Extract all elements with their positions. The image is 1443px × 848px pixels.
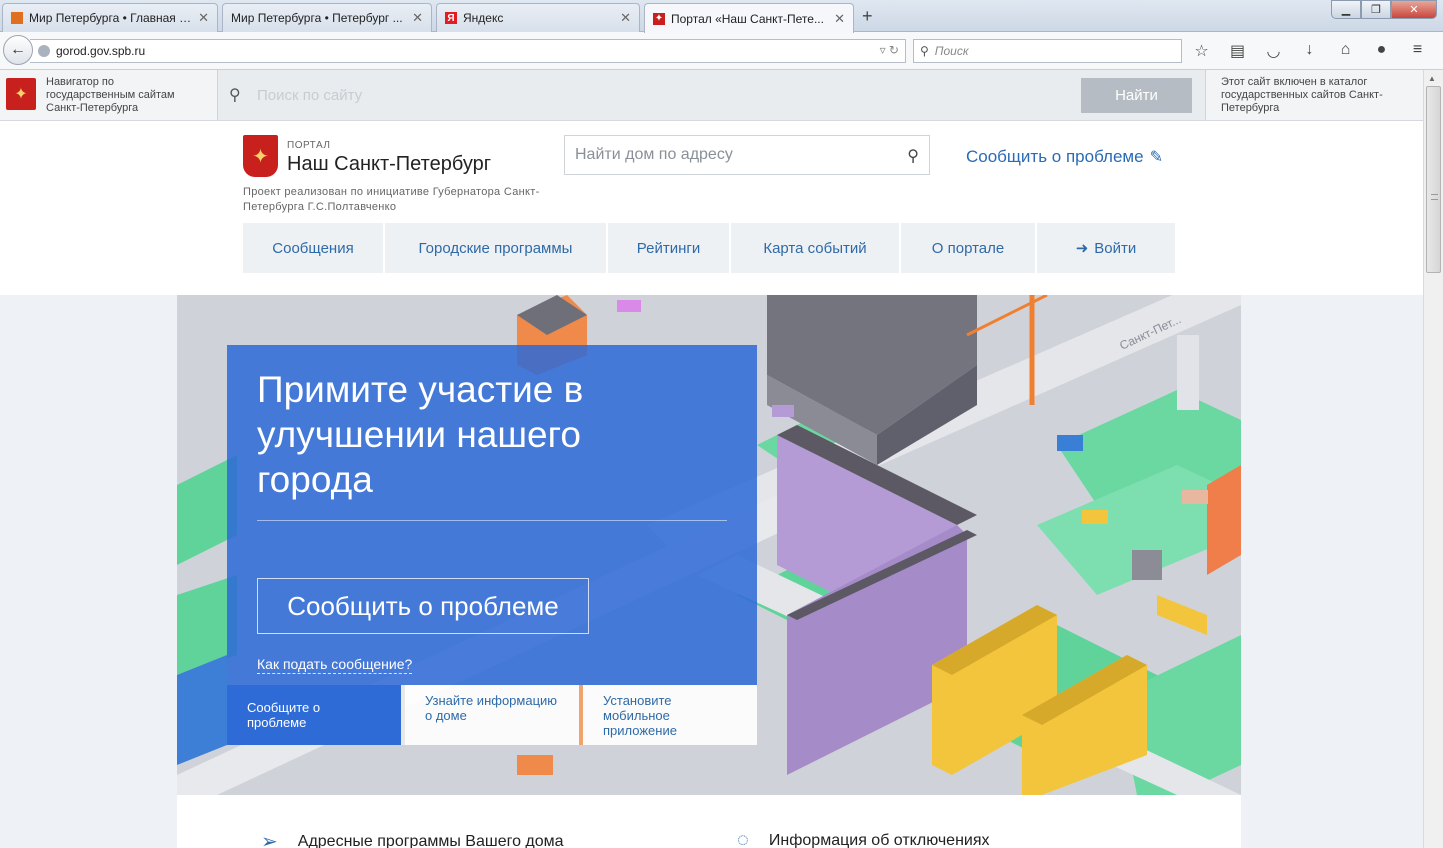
address-programs-link[interactable]: ➢ Адресные программы Вашего дома [261,829,564,848]
browser-search-input[interactable]: ⚲ Поиск [913,39,1182,63]
gov-search-input[interactable]: Поиск по сайту [257,87,362,104]
scroll-up-icon[interactable]: ▲ [1428,74,1436,83]
reload-icon[interactable]: ▿ ↻ [880,43,899,57]
site-header: ✦ ПОРТАЛ Наш Санкт-Петербург Проект реал… [0,121,1423,295]
close-icon[interactable]: ✕ [834,11,845,27]
nav-item-ratings[interactable]: Рейтинги [608,223,731,273]
gov-navigator-link[interactable]: ✦ Навигатор по государственным сайтам Са… [0,70,218,120]
portal-subtitle: Проект реализован по инициативе Губернат… [243,186,540,213]
bookmarks-list-icon[interactable]: ▤ [1228,41,1247,61]
browser-tab[interactable]: Мир Петербурга • Главная ст... ✕ [2,3,218,32]
close-icon[interactable]: ✕ [412,10,423,26]
maximize-icon[interactable]: ❐ [1361,0,1391,19]
hero-tab-report[interactable]: Сообщите о проблеме [227,685,401,745]
search-placeholder: Поиск [934,44,969,58]
portal-title[interactable]: Наш Санкт-Петербург [287,153,491,176]
logo-caption: ПОРТАЛ [287,140,331,151]
arrow-left-icon: ← [10,41,26,58]
gov-catalog-link[interactable]: Этот сайт включен в каталог государствен… [1205,70,1423,120]
nav-item-login-label: Войти [1094,239,1137,257]
spb-icon: ✦ [653,12,665,25]
back-button[interactable]: ← [3,35,33,65]
tab-title: Портал «Наш Санкт-Пете... [671,11,824,26]
tab-title: Мир Петербурга • Петербург ... [231,11,403,25]
nav-item-login[interactable]: ➜ Войти [1037,223,1175,273]
paper-plane-icon: ➢ [261,831,278,848]
hero-title: Примите участие в улучшении нашего город… [257,369,584,500]
globe-icon [38,45,50,57]
url-text: gorod.gov.spb.ru [56,44,146,58]
gov-search[interactable]: ⚲ Поиск по сайту [229,84,1069,106]
browser-tab-bar: Мир Петербурга • Главная ст... ✕ Мир Пет… [0,0,1443,33]
vertical-scrollbar[interactable]: ▲ [1423,70,1443,848]
report-problem-button[interactable]: Сообщить о проблеме [257,578,589,634]
nav-item-events-map[interactable]: Карта событий [731,223,901,273]
hero-tabs: Сообщите о проблеме Узнайте информацию о… [227,685,757,745]
wp-icon [11,12,23,24]
nav-item-city-programs[interactable]: Городские программы [385,223,608,273]
window-controls: ▁ ❐ ✕ [1331,0,1437,19]
nav-item-about[interactable]: О портале [901,223,1037,273]
address-search-placeholder: Найти дом по адресу [575,146,733,163]
hero-banner: Санкт-Пет... Примите участие в улучшении… [177,295,1241,795]
login-icon: ➜ [1075,240,1089,257]
pocket-icon[interactable]: ◡ [1264,41,1283,61]
report-problem-link[interactable]: Сообщить о проблеме ✎ [966,147,1163,167]
address-programs-label: Адресные программы Вашего дома [297,832,564,848]
info-section: ➢ Адресные программы Вашего дома ◌ Инфор… [177,795,1241,848]
close-window-icon[interactable]: ✕ [1391,0,1437,19]
download-icon[interactable]: ↓ [1300,41,1319,61]
url-bar[interactable]: gorod.gov.spb.ru ▿ ↻ [30,39,906,63]
outages-info-label: Информация об отключениях [768,831,990,848]
gov-catalog-text: Этот сайт включен в каталог государствен… [1221,76,1383,114]
portal-logo-icon[interactable]: ✦ [243,135,278,177]
scrollbar-thumb[interactable] [1426,86,1441,273]
new-tab-icon[interactable]: + [862,6,873,27]
address-search-input[interactable]: Найти дом по адресу ⚲ [564,135,930,175]
gov-navigator-bar: ✦ Навигатор по государственным сайтам Са… [0,70,1423,121]
hero-panel: Примите участие в улучшении нашего город… [227,345,757,685]
chat-icon[interactable]: ● [1372,41,1391,61]
outages-info-link[interactable]: ◌ Информация об отключениях [737,829,990,848]
hero-tab-house-info[interactable]: Узнайте информацию о доме [401,685,579,745]
yandex-icon: Я [445,12,457,24]
search-icon: ⚲ [920,44,929,58]
home-icon[interactable]: ⌂ [1336,41,1355,61]
hero-divider [257,520,727,521]
nav-item-messages[interactable]: Сообщения [243,223,385,273]
browser-tab[interactable]: Мир Петербурга • Петербург ... ✕ [222,3,432,32]
close-icon[interactable]: ✕ [620,10,631,26]
browser-toolbar: ☆ ▤ ◡ ↓ ⌂ ● ≡ [1192,41,1427,61]
tab-title: Мир Петербурга • Главная ст... [29,11,193,25]
browser-tab[interactable]: Я Яндекс ✕ [436,3,640,32]
gov-find-button[interactable]: Найти [1081,78,1192,113]
how-to-submit-link[interactable]: Как подать сообщение? [257,656,413,674]
hero-tab-mobile-app[interactable]: Установите мобильное приложение [579,685,757,745]
search-icon: ⚲ [229,87,241,104]
edit-icon: ✎ [1149,149,1163,166]
bookmark-star-icon[interactable]: ☆ [1192,41,1211,61]
tab-title: Яндекс [463,11,504,25]
close-icon[interactable]: ✕ [198,10,209,26]
browser-nav-bar: gorod.gov.spb.ru ▿ ↻ ← ⚲ Поиск ☆ ▤ ◡ ↓ ⌂… [0,32,1443,70]
lightbulb-icon: ◌ [737,829,749,848]
grip-icon [1431,194,1438,200]
gov-navigator-text: Навигатор по государственным сайтам Санк… [46,76,175,114]
menu-icon[interactable]: ≡ [1408,41,1427,61]
minimize-icon[interactable]: ▁ [1331,0,1361,19]
search-icon[interactable]: ⚲ [907,146,919,166]
browser-tab-active[interactable]: ✦ Портал «Наш Санкт-Пете... ✕ [644,3,854,33]
report-problem-label: Сообщить о проблеме [966,147,1144,166]
main-nav: Сообщения Городские программы Рейтинги К… [243,223,1175,273]
spb-emblem-icon: ✦ [6,78,36,110]
